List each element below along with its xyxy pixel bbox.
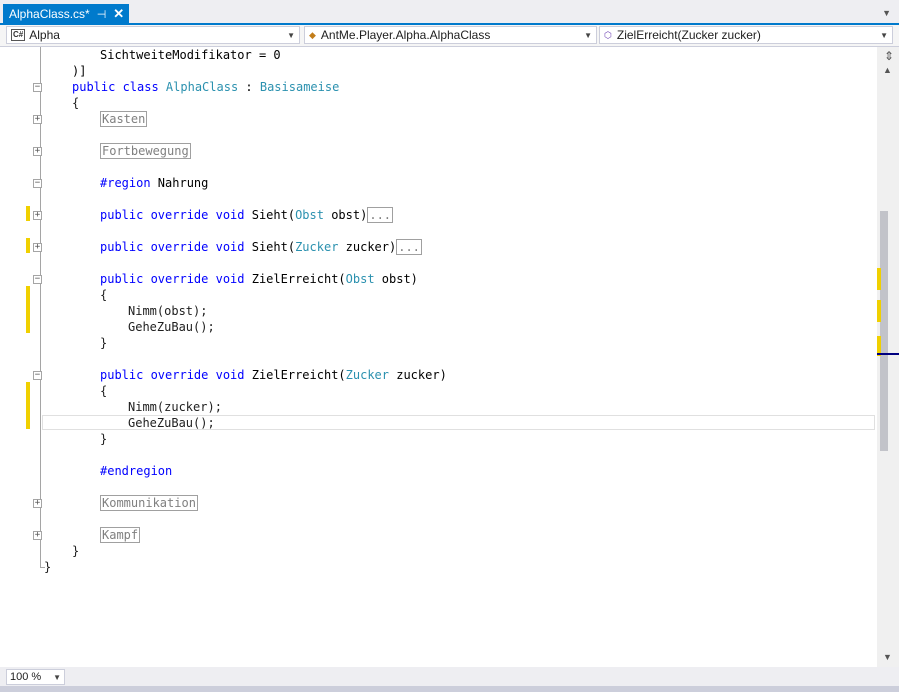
collapse-toggle[interactable]: − — [33, 275, 42, 284]
close-icon[interactable]: ✕ — [113, 6, 124, 22]
collapsed-region-fortbewegung[interactable]: Fortbewegung — [100, 143, 191, 159]
zoom-dropdown[interactable]: 100 % ▼ — [6, 669, 65, 685]
expand-toggle[interactable]: + — [33, 147, 42, 156]
expand-toggle[interactable]: + — [33, 243, 42, 252]
collapsed-region-kampf[interactable]: Kampf — [100, 527, 141, 543]
scroll-thumb[interactable] — [880, 211, 888, 451]
tab-dropdown-icon[interactable]: ▼ — [882, 8, 891, 18]
type-label: AntMe.Player.Alpha.AlphaClass — [320, 28, 491, 42]
document-tab-strip: AlphaClass.cs* ⊣ ✕ ▼ — [0, 0, 899, 25]
caret-position-mark — [877, 353, 899, 355]
code-editor[interactable]: − + + − + + − − + + SichtweiteModifikato… — [0, 47, 877, 667]
region-directive: #region Nahrung — [100, 176, 209, 190]
vertical-scrollbar[interactable]: ⇕ ▲ ▼ — [877, 47, 899, 667]
code-line: Nimm(obst); — [128, 304, 208, 318]
member-label: ZielErreicht(Zucker zucker) — [616, 28, 761, 42]
class-declaration: public class AlphaClass : Basisameise — [72, 80, 340, 94]
expand-toggle[interactable]: + — [33, 531, 42, 540]
scroll-down-icon[interactable]: ▼ — [883, 652, 892, 662]
code-line: { — [72, 96, 80, 110]
method-sieht-zucker: public override void Sieht(Zucker zucker… — [100, 239, 422, 255]
type-dropdown[interactable]: ◆ AntMe.Player.Alpha.AlphaClass ▼ — [304, 26, 597, 44]
code-line: Nimm(zucker); — [128, 400, 222, 414]
method-icon: ⬡ — [604, 29, 612, 40]
method-zielerreicht-obst: public override void ZielErreicht(Obst o… — [100, 272, 418, 286]
expand-toggle[interactable]: + — [33, 211, 42, 220]
change-marker — [26, 286, 30, 333]
method-zielerreicht-zucker: public override void ZielErreicht(Zucker… — [100, 368, 447, 382]
code-line: } — [72, 544, 80, 558]
split-window-icon[interactable]: ⇕ — [884, 49, 894, 63]
code-line: } — [100, 432, 108, 446]
zoom-level: 100 % — [10, 671, 42, 683]
scroll-change-mark — [877, 268, 881, 290]
change-marker — [26, 238, 30, 253]
navigation-bar: C# Alpha ▼ ◆ AntMe.Player.Alpha.AlphaCla… — [0, 25, 899, 47]
chevron-down-icon: ▼ — [53, 673, 61, 682]
expand-toggle[interactable]: + — [33, 499, 42, 508]
collapsed-region-kommunikation[interactable]: Kommunikation — [100, 495, 198, 511]
project-label: Alpha — [29, 28, 60, 42]
collapse-toggle[interactable]: − — [33, 371, 42, 380]
project-dropdown[interactable]: C# Alpha ▼ — [6, 26, 300, 44]
code-line: GeheZuBau(); — [128, 416, 215, 430]
collapsed-body[interactable]: ... — [367, 207, 394, 223]
scroll-change-mark — [877, 300, 881, 322]
class-icon: ◆ — [309, 29, 316, 40]
pin-icon[interactable]: ⊣ — [97, 8, 107, 21]
code-line: GeheZuBau(); — [128, 320, 215, 334]
outline-guide — [40, 47, 41, 567]
code-line: )] — [72, 64, 87, 78]
code-line: { — [100, 384, 108, 398]
scroll-up-icon[interactable]: ▲ — [883, 65, 892, 75]
chevron-down-icon: ▼ — [584, 31, 592, 40]
expand-toggle[interactable]: + — [33, 115, 42, 124]
member-dropdown[interactable]: ⬡ ZielErreicht(Zucker zucker) ▼ — [599, 26, 893, 44]
tab-alphaclass[interactable]: AlphaClass.cs* ⊣ ✕ — [3, 4, 129, 24]
tab-title: AlphaClass.cs* — [9, 7, 90, 21]
horizontal-scroll-track[interactable] — [0, 686, 899, 692]
collapse-toggle[interactable]: − — [33, 83, 42, 92]
chevron-down-icon: ▼ — [880, 31, 888, 40]
change-marker — [26, 382, 30, 429]
collapse-toggle[interactable]: − — [33, 179, 42, 188]
csharp-project-icon: C# — [11, 29, 26, 41]
endregion-directive: #endregion — [100, 464, 173, 478]
code-line: { — [100, 288, 108, 302]
code-line: } — [100, 336, 108, 350]
collapsed-region-kasten[interactable]: Kasten — [100, 111, 148, 127]
code-line: SichtweiteModifikator = 0 — [100, 48, 281, 62]
code-line: } — [44, 560, 52, 574]
chevron-down-icon: ▼ — [287, 31, 295, 40]
change-marker — [26, 206, 30, 221]
method-sieht-obst: public override void Sieht(Obst obst)... — [100, 207, 394, 223]
collapsed-body[interactable]: ... — [396, 239, 422, 255]
